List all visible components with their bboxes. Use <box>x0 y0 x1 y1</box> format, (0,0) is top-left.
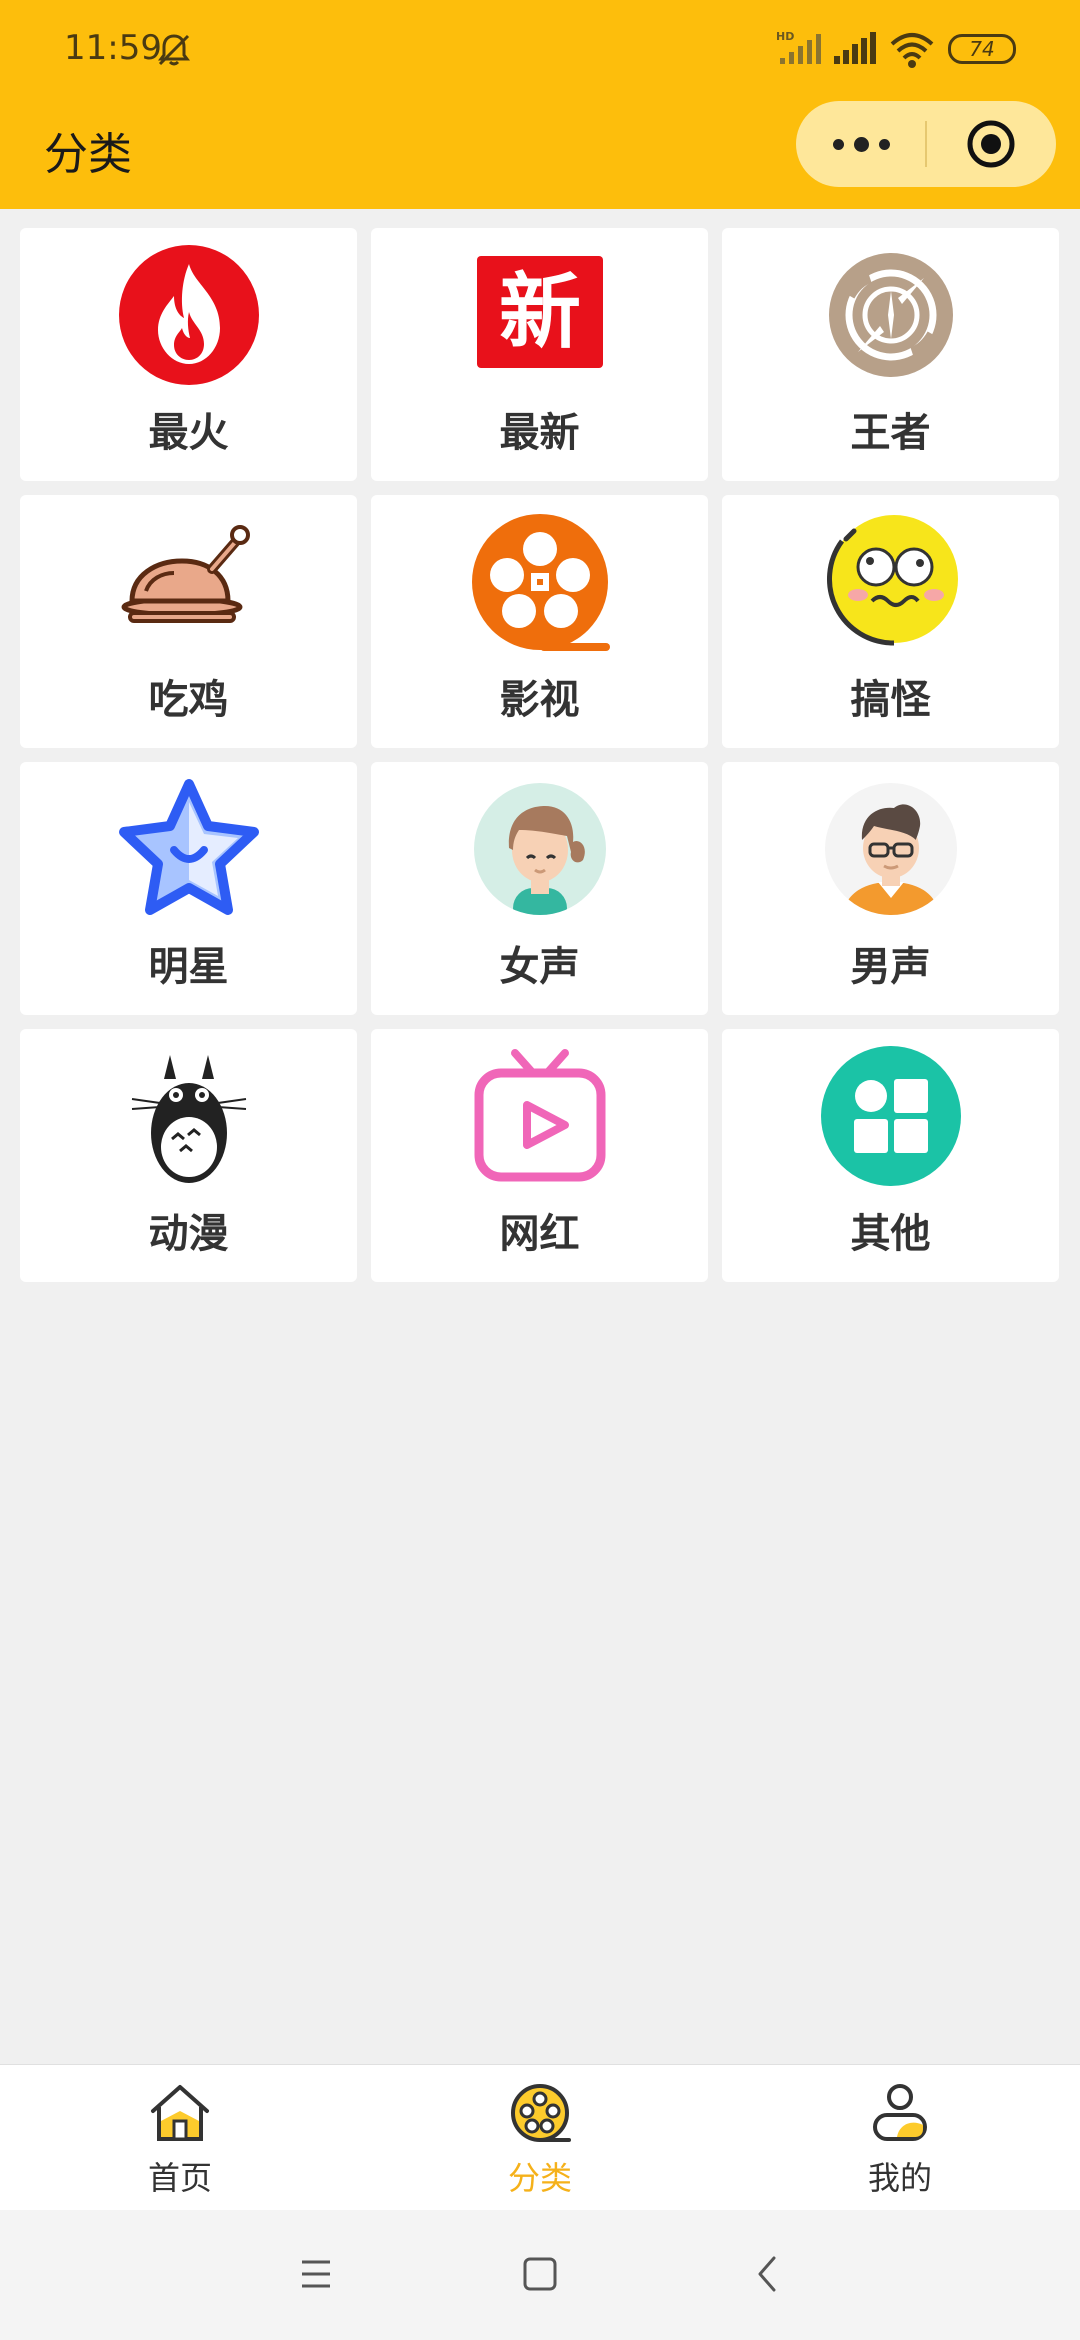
category-label: 明星 <box>148 944 229 990</box>
category-label: 女声 <box>499 944 580 990</box>
category-new[interactable]: 新 最新 <box>371 228 708 481</box>
mute-bell-icon <box>158 34 190 66</box>
tab-category[interactable]: 分类 <box>360 2065 720 2210</box>
category-label: 最火 <box>148 410 229 456</box>
user-icon <box>873 2084 927 2141</box>
category-anime[interactable]: 动漫 <box>20 1029 357 1282</box>
king-icon <box>828 253 953 377</box>
category-grid: 最火 新 最新 王者 吃鸡 影视 搞怪 明星 女声 男声 动漫 网红 其他 <box>20 228 1060 1282</box>
more-icon-dot <box>853 136 869 152</box>
back-icon[interactable] <box>748 2254 788 2294</box>
category-label: 男声 <box>850 944 931 990</box>
film-reel-icon <box>471 514 610 651</box>
more-button[interactable] <box>796 101 926 187</box>
tab-label: 分类 <box>507 2159 572 2197</box>
signal-icon <box>834 32 876 64</box>
category-other[interactable]: 其他 <box>722 1029 1059 1282</box>
category-label: 其他 <box>850 1211 931 1257</box>
tv-play-icon <box>474 1049 605 1182</box>
category-label: 动漫 <box>148 1211 229 1257</box>
more-icon-dot <box>878 138 890 150</box>
svg-text:HD: HD <box>776 30 794 43</box>
tab-mine[interactable]: 我的 <box>720 2065 1080 2210</box>
category-hot[interactable]: 最火 <box>20 228 357 481</box>
category-label: 搞怪 <box>850 677 931 723</box>
category-film[interactable]: 影视 <box>371 495 708 748</box>
hd-signal-icon: HD <box>776 30 821 64</box>
new-icon-text: 新 <box>498 264 580 360</box>
status-bar: 11:59 HD 74 <box>0 0 1080 96</box>
battery-indicator: 74 <box>948 34 1016 64</box>
new-icon: 新 <box>476 256 603 368</box>
category-reel-icon <box>511 2084 571 2142</box>
roast-chicken-icon <box>121 525 250 623</box>
tab-label: 首页 <box>147 2159 212 2197</box>
category-label: 王者 <box>850 410 931 456</box>
grid-icon <box>820 1046 961 1186</box>
status-time: 11:59 <box>64 28 162 68</box>
header: 11:59 HD 74 分类 <box>0 0 1080 209</box>
star-icon <box>118 779 259 915</box>
mini-program-capsule <box>796 101 1056 187</box>
menu-icon[interactable] <box>296 2254 336 2294</box>
category-male-voice[interactable]: 男声 <box>722 762 1059 1015</box>
system-nav-bar <box>0 2210 1080 2340</box>
female-avatar-icon <box>473 783 606 915</box>
category-label: 最新 <box>499 410 580 456</box>
funny-face-icon <box>826 515 958 646</box>
category-influencer[interactable]: 网红 <box>371 1029 708 1282</box>
target-icon <box>967 120 1015 168</box>
category-chicken[interactable]: 吃鸡 <box>20 495 357 748</box>
home-square-icon[interactable] <box>520 2254 560 2294</box>
category-label: 影视 <box>499 677 580 723</box>
category-star[interactable]: 明星 <box>20 762 357 1015</box>
totoro-icon <box>131 1055 246 1183</box>
page-title: 分类 <box>44 129 132 180</box>
category-label: 网红 <box>499 1211 580 1257</box>
category-king[interactable]: 王者 <box>722 228 1059 481</box>
category-label: 吃鸡 <box>148 677 229 723</box>
category-funny[interactable]: 搞怪 <box>722 495 1059 748</box>
close-mini-program-button[interactable] <box>926 101 1056 187</box>
tab-home[interactable]: 首页 <box>0 2065 360 2210</box>
bottom-tab-bar: 首页 分类 我的 <box>0 2064 1080 2210</box>
category-female-voice[interactable]: 女声 <box>371 762 708 1015</box>
tab-label: 我的 <box>867 2159 932 2197</box>
more-icon <box>832 138 844 150</box>
home-icon <box>151 2085 209 2141</box>
fire-icon <box>118 245 259 385</box>
wifi-icon <box>890 33 934 68</box>
male-avatar-icon <box>824 783 957 915</box>
